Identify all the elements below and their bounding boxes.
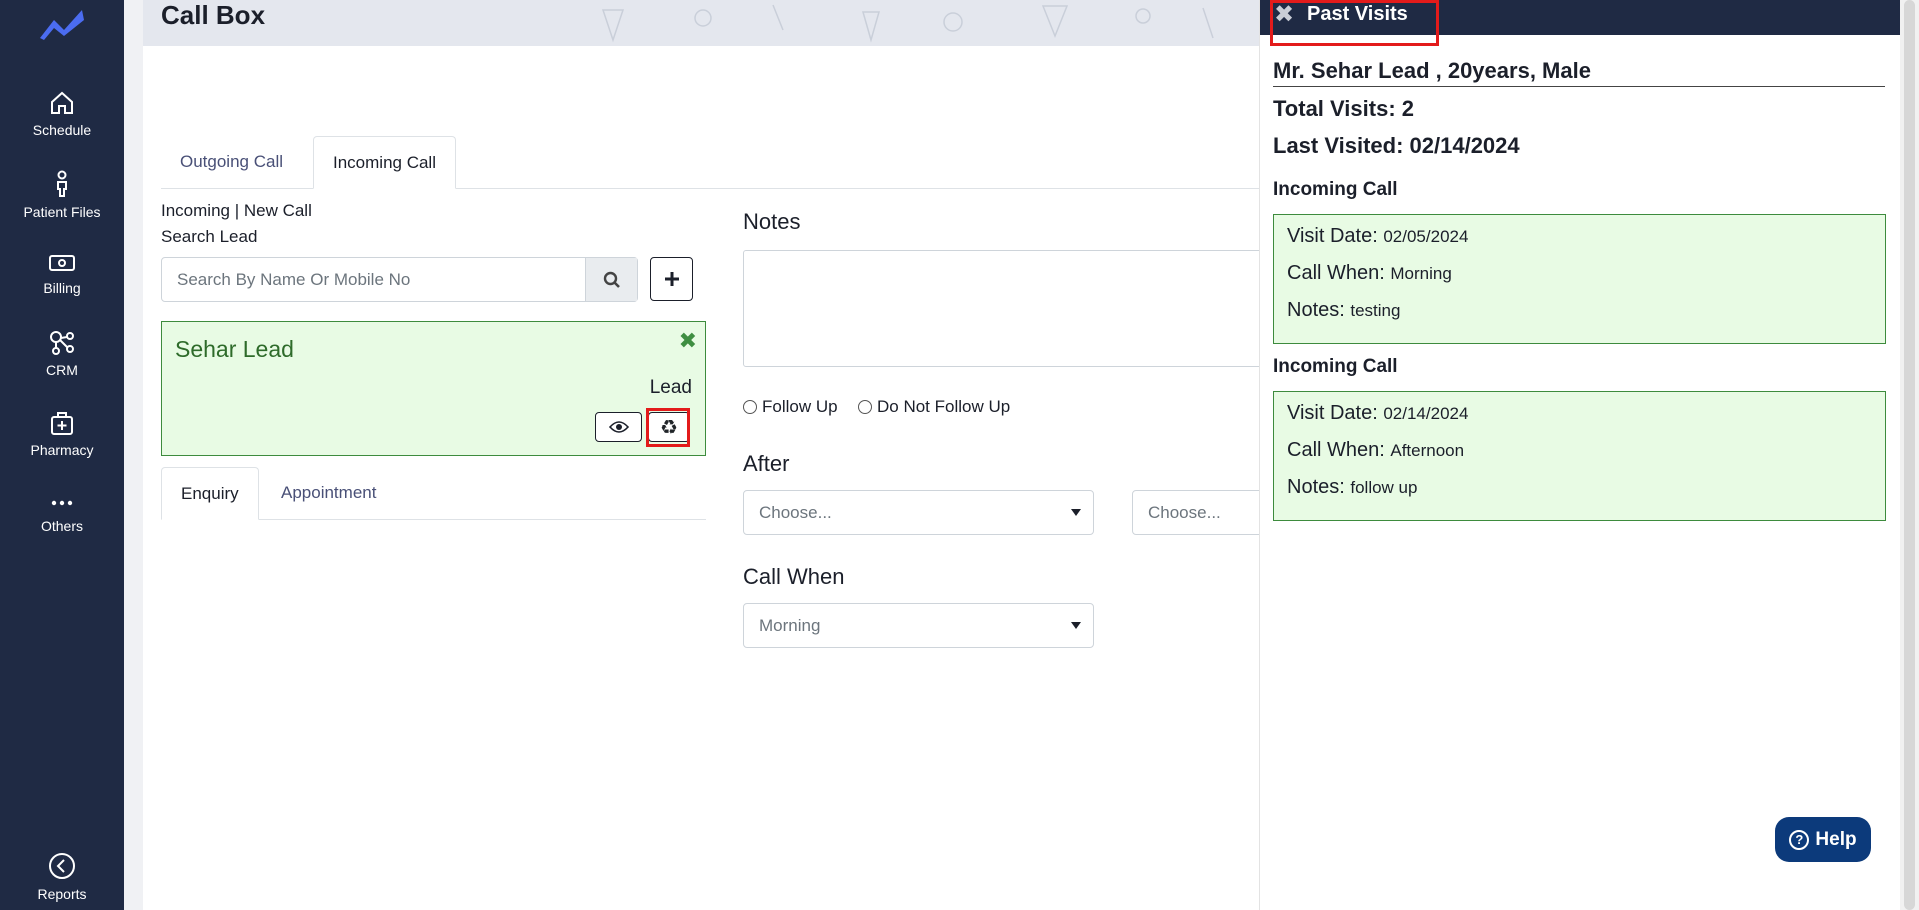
do-not-follow-up-label: Do Not Follow Up [877, 397, 1011, 416]
lead-name: Sehar Lead [175, 336, 294, 362]
view-lead-button[interactable] [595, 412, 642, 442]
after-select-2[interactable]: Choose... [1132, 490, 1272, 535]
search-lead-label: Search Lead [161, 227, 258, 246]
call-status-text: Incoming | New Call [161, 201, 312, 220]
after-label: After [743, 451, 790, 476]
sidebar-item-label: Others [40, 518, 83, 534]
sidebar-item-label: Reports [37, 886, 87, 902]
select-value: Choose... [1148, 503, 1221, 522]
sidebar-item-crm[interactable]: CRM [0, 330, 124, 378]
sidebar-item-label: Patient Files [23, 204, 101, 220]
call-type-tabs: Outgoing Call Incoming Call [161, 136, 1259, 189]
last-visited: Last Visited: 02/14/2024 [1273, 133, 1520, 158]
panel-title: Past Visits [1307, 3, 1408, 25]
call-when-label: Call When [743, 564, 845, 589]
visit-notes: Notes: testing [1287, 299, 1401, 321]
radio-button[interactable] [743, 400, 757, 414]
eye-icon [608, 421, 629, 433]
reports-icon [49, 853, 75, 879]
after-select-1[interactable]: Choose... [743, 490, 1094, 535]
sidebar-item-reports[interactable]: Reports [0, 852, 124, 902]
search-button[interactable] [585, 258, 637, 301]
past-visits-button[interactable]: ♻ [648, 412, 690, 442]
party-decoration-icon [601, 4, 1214, 43]
sidebar-item-pharmacy[interactable]: Pharmacy [0, 410, 124, 458]
follow-up-radio[interactable]: Follow Up [743, 397, 838, 417]
visit-card: Visit Date: 02/05/2024 Call When: Mornin… [1273, 214, 1886, 344]
visit-notes: Notes: follow up [1287, 476, 1418, 498]
sidebar-item-label: CRM [46, 362, 78, 378]
notes-textarea[interactable] [743, 250, 1263, 367]
help-button[interactable]: ? Help [1775, 817, 1871, 862]
patient-info: Mr. Sehar Lead , 20years, Male [1273, 58, 1885, 87]
sidebar-item-patient-files[interactable]: Patient Files [0, 170, 124, 220]
visit-call-when: Call When: Afternoon [1287, 439, 1465, 461]
visit-type: Incoming Call [1273, 179, 1398, 200]
lead-card: Sehar Lead ✖ Lead ♻ [161, 321, 706, 456]
tab-appointment[interactable]: Appointment [262, 467, 395, 520]
search-icon [603, 271, 620, 288]
select-value: Morning [759, 616, 821, 635]
sidebar-item-label: Billing [43, 280, 81, 296]
app-logo-icon[interactable] [38, 6, 86, 42]
call-when-select[interactable]: Morning [743, 603, 1094, 648]
person-icon [57, 170, 67, 197]
past-visits-panel: ✖ Past Visits Mr. Sehar Lead , 20years, … [1259, 0, 1901, 910]
lead-type: Lead [649, 377, 692, 398]
select-value: Choose... [759, 503, 832, 522]
help-label: Help [1815, 828, 1857, 850]
question-icon: ? [1789, 829, 1810, 850]
pharmacy-icon [51, 412, 73, 435]
close-icon[interactable]: ✖ [679, 328, 697, 354]
home-icon [51, 91, 73, 114]
search-lead-group [161, 257, 638, 302]
visit-card: Visit Date: 02/14/2024 Call When: Aftern… [1273, 391, 1886, 521]
total-visits: Total Visits: 2 [1273, 96, 1415, 121]
caret-down-icon [1071, 622, 1081, 629]
visit-date: Visit Date: 02/05/2024 [1287, 225, 1469, 247]
close-icon[interactable]: ✖ [1274, 0, 1294, 29]
tab-incoming-call[interactable]: Incoming Call [313, 136, 456, 189]
radio-button[interactable] [858, 400, 872, 414]
notes-label: Notes [743, 209, 801, 234]
follow-up-label: Follow Up [762, 397, 838, 416]
sidebar-item-label: Schedule [32, 122, 92, 138]
recycle-icon: ♻ [660, 416, 678, 439]
plus-icon [664, 272, 679, 286]
lead-subtabs: Enquiry Appointment [161, 467, 706, 520]
search-input[interactable] [162, 258, 585, 301]
sidebar-item-billing[interactable]: Billing [0, 252, 124, 296]
visit-call-when: Call When: Morning [1287, 262, 1452, 284]
scrollbar[interactable] [1900, 0, 1919, 910]
page-title: Call Box [161, 0, 266, 30]
crm-icon [50, 331, 74, 355]
sidebar: Schedule Patient Files Billing CRM Pharm… [0, 0, 124, 910]
content-gutter [124, 0, 143, 910]
more-icon [51, 500, 73, 506]
sidebar-item-schedule[interactable]: Schedule [0, 90, 124, 138]
page-header: Call Box [143, 0, 1259, 46]
visit-date: Visit Date: 02/14/2024 [1287, 402, 1469, 424]
visit-type: Incoming Call [1273, 356, 1398, 377]
caret-down-icon [1071, 509, 1081, 516]
tab-outgoing-call[interactable]: Outgoing Call [161, 136, 302, 189]
sidebar-item-label: Pharmacy [30, 442, 94, 458]
sidebar-item-others[interactable]: Others [0, 494, 124, 534]
panel-header: ✖ Past Visits [1260, 0, 1901, 35]
scrollbar-thumb[interactable] [1904, 0, 1915, 910]
tab-enquiry[interactable]: Enquiry [161, 467, 259, 520]
do-not-follow-up-radio[interactable]: Do Not Follow Up [858, 397, 1010, 417]
money-icon [49, 255, 75, 271]
add-lead-button[interactable] [650, 257, 693, 301]
